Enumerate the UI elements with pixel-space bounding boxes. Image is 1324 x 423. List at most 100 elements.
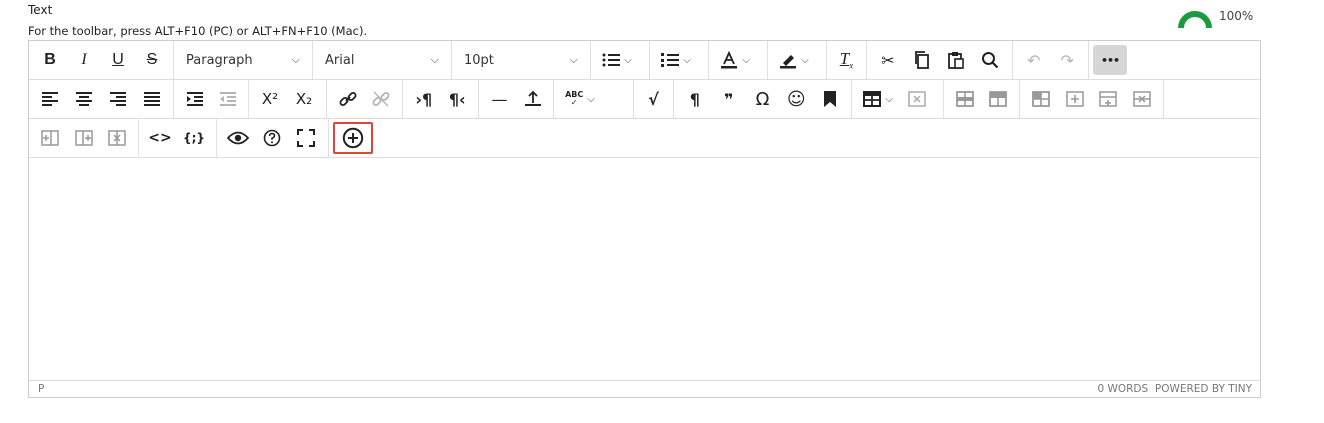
numbered-list-button[interactable]: ⌵ bbox=[654, 45, 698, 75]
find-button[interactable] bbox=[973, 45, 1007, 75]
clipboard-group: ✂ bbox=[867, 41, 1013, 79]
highlighter-icon bbox=[780, 55, 797, 69]
align-justify-button[interactable] bbox=[135, 84, 169, 114]
status-right: 0 WORDS POWERED BY TINY bbox=[1097, 383, 1252, 395]
unlink-icon bbox=[372, 91, 390, 107]
rtl-button[interactable]: ¶‹ bbox=[441, 84, 475, 114]
fullscreen-button[interactable] bbox=[289, 123, 323, 153]
paste-button[interactable] bbox=[939, 45, 973, 75]
table-button[interactable]: ⌵ bbox=[856, 84, 900, 114]
spellcheck-button[interactable]: ABC ✓ ⌵ bbox=[558, 84, 602, 114]
delete-column-button[interactable] bbox=[100, 123, 134, 153]
insert-column-before-icon bbox=[41, 130, 59, 146]
template-button[interactable]: {;} bbox=[177, 123, 211, 153]
insert-group: — bbox=[479, 80, 554, 118]
format-group: B I U S bbox=[29, 41, 174, 79]
copy-button[interactable] bbox=[905, 45, 939, 75]
copy-icon bbox=[915, 51, 929, 69]
merge-cells-button[interactable] bbox=[1024, 84, 1058, 114]
numbered-list-icon bbox=[661, 53, 680, 67]
subscript-icon: X₂ bbox=[295, 90, 313, 108]
bold-button[interactable]: B bbox=[33, 45, 67, 75]
braces-icon: {;} bbox=[183, 131, 205, 145]
delete-column-icon bbox=[108, 130, 126, 146]
bullet-list-icon bbox=[602, 53, 621, 67]
add-content-button[interactable] bbox=[333, 122, 373, 154]
scissors-icon: ✂ bbox=[881, 50, 895, 70]
text-color-button[interactable]: ⌵ bbox=[713, 45, 757, 75]
preview-button[interactable] bbox=[221, 123, 255, 153]
font-size-dropdown[interactable]: 10pt ⌵ bbox=[452, 41, 591, 79]
superscript-button[interactable]: X² bbox=[253, 84, 287, 114]
clear-formatting-button[interactable]: Tx bbox=[831, 45, 862, 75]
highlight-color-group: ⌵ bbox=[768, 41, 827, 79]
smiley-icon: ☺ bbox=[786, 88, 806, 110]
insert-link-button[interactable] bbox=[331, 84, 365, 114]
insert-row-before-button[interactable] bbox=[1058, 84, 1092, 114]
help-button[interactable] bbox=[255, 123, 289, 153]
delete-row-button[interactable] bbox=[1125, 84, 1159, 114]
chevron-down-icon: ⌵ bbox=[430, 53, 439, 66]
code-icon: <> bbox=[148, 130, 172, 146]
ltr-button[interactable]: ›¶ bbox=[407, 84, 441, 114]
font-family-value: Arial bbox=[325, 52, 355, 68]
more-icon: ••• bbox=[1100, 53, 1120, 67]
table-group: ⌵ bbox=[852, 80, 944, 118]
insert-row-after-icon bbox=[1099, 91, 1118, 107]
subscript-button[interactable]: X₂ bbox=[287, 84, 321, 114]
outdent-button[interactable] bbox=[211, 84, 244, 114]
quote-icon: ❞ bbox=[724, 89, 734, 109]
remove-link-button[interactable] bbox=[365, 84, 399, 114]
table-cell-props-button[interactable] bbox=[982, 84, 1016, 114]
history-group: ↶ ↷ bbox=[1013, 41, 1089, 79]
chevron-down-icon: ⌵ bbox=[569, 53, 578, 66]
align-right-button[interactable] bbox=[101, 84, 135, 114]
italic-button[interactable]: I bbox=[67, 45, 101, 75]
insert-column-after-button[interactable] bbox=[67, 123, 101, 153]
undo-button[interactable]: ↶ bbox=[1017, 45, 1051, 75]
link-group bbox=[327, 80, 403, 118]
element-path[interactable]: P bbox=[38, 383, 44, 395]
bullet-list-button[interactable]: ⌵ bbox=[595, 45, 639, 75]
text-color-group: ⌵ bbox=[709, 41, 768, 79]
insert-column-before-button[interactable] bbox=[33, 123, 67, 153]
align-center-icon bbox=[76, 92, 92, 106]
strikethrough-button[interactable]: S bbox=[135, 45, 169, 75]
align-left-button[interactable] bbox=[33, 84, 67, 114]
search-icon bbox=[982, 52, 999, 69]
table-props-group bbox=[944, 80, 1020, 118]
insert-anchor-button[interactable] bbox=[516, 84, 549, 114]
equation-button[interactable]: √ bbox=[638, 84, 669, 114]
editor-content-area[interactable] bbox=[29, 158, 1260, 382]
blockquote-button[interactable]: ❞ bbox=[712, 84, 746, 114]
superscript-icon: X² bbox=[261, 90, 279, 108]
delete-table-button[interactable] bbox=[900, 84, 934, 114]
add-content-group bbox=[329, 119, 377, 157]
emoticons-button[interactable]: ☺ bbox=[779, 84, 813, 114]
insert-row-after-button[interactable] bbox=[1092, 84, 1126, 114]
table-row-props-button[interactable] bbox=[948, 84, 982, 114]
source-code-button[interactable]: <> bbox=[143, 123, 177, 153]
progress-gauge: 100% bbox=[1178, 4, 1253, 29]
more-button[interactable]: ••• bbox=[1093, 45, 1127, 75]
merge-cells-icon bbox=[1031, 91, 1050, 107]
underline-button[interactable]: U bbox=[101, 45, 135, 75]
word-count[interactable]: 0 WORDS bbox=[1097, 383, 1148, 395]
indent-button[interactable] bbox=[178, 84, 211, 114]
font-family-dropdown[interactable]: Arial ⌵ bbox=[313, 41, 452, 79]
horizontal-line-button[interactable]: — bbox=[483, 84, 516, 114]
delete-table-icon bbox=[908, 91, 926, 107]
special-character-button[interactable]: Ω bbox=[746, 84, 780, 114]
highlight-color-button[interactable]: ⌵ bbox=[772, 45, 816, 75]
redo-button[interactable]: ↷ bbox=[1051, 45, 1085, 75]
block-format-dropdown[interactable]: Paragraph ⌵ bbox=[174, 41, 313, 79]
powered-by-link[interactable]: POWERED BY TINY bbox=[1155, 383, 1252, 395]
insert-row-before-icon bbox=[1065, 91, 1084, 107]
chevron-down-icon: ⌵ bbox=[291, 53, 300, 66]
more-group: ••• bbox=[1089, 41, 1131, 79]
cut-button[interactable]: ✂ bbox=[871, 45, 905, 75]
show-blocks-button[interactable]: ¶ bbox=[678, 84, 712, 114]
bookmark-button[interactable] bbox=[813, 84, 847, 114]
align-center-button[interactable] bbox=[67, 84, 101, 114]
delete-row-icon bbox=[1133, 91, 1151, 107]
